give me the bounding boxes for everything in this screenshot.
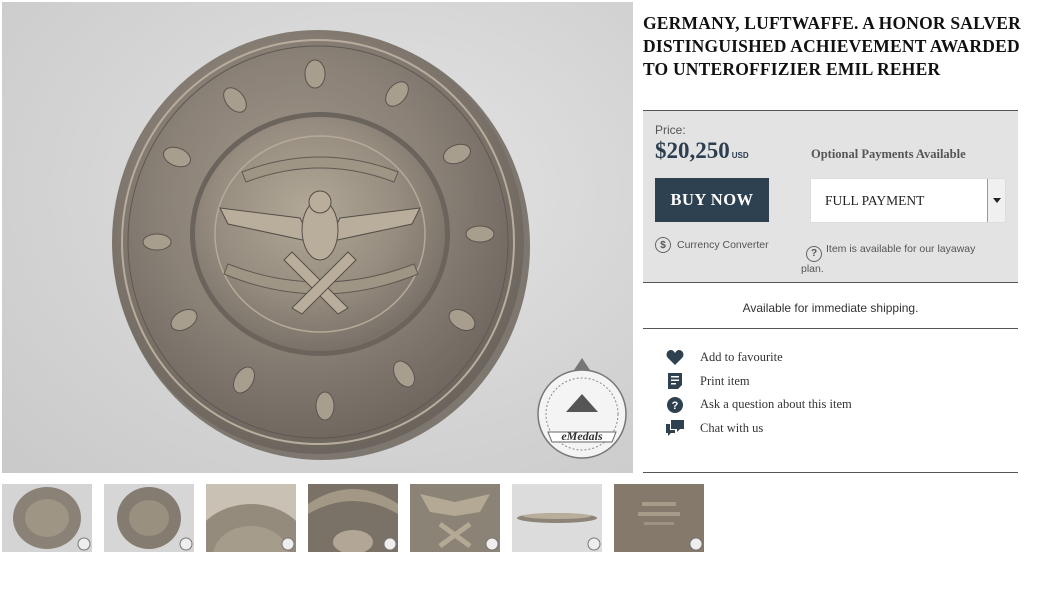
svg-text:?: ? [672,400,679,412]
buy-now-button[interactable]: BUY NOW [655,178,769,222]
ask-question-link[interactable]: ? Ask a question about this item [664,393,852,417]
product-title: GERMANY, LUFTWAFFE. A HONOR SALVER DISTI… [643,13,1021,79]
ask-question-label: Ask a question about this item [700,397,852,412]
optional-payments-label: Optional Payments Available [811,147,966,161]
item-actions: Add to favourite Print item ? Ask a ques… [664,346,852,440]
layaway-text: Item is available for our layaway plan. [801,243,976,275]
payment-option-value: FULL PAYMENT [825,193,925,208]
add-to-favourite-label: Add to favourite [700,350,783,365]
price-label: Price: [655,123,686,137]
thumbnail-4[interactable] [308,484,398,552]
chat-label: Chat with us [700,420,764,435]
divider [643,472,1018,473]
thumbnail-7[interactable] [614,484,704,552]
thumbnail-6[interactable] [512,484,602,552]
chat-icon [664,419,686,437]
add-to-favourite-link[interactable]: Add to favourite [664,346,852,370]
thumbnail-1[interactable] [2,484,92,552]
divider [643,328,1018,329]
dollar-icon: $ [655,237,671,253]
price-amount: $20,250 [655,138,730,163]
payment-option-select[interactable]: FULL PAYMENT [810,178,1006,223]
currency-converter-label: Currency Converter [677,239,769,251]
thumbnail-3[interactable] [206,484,296,552]
question-icon: ? [664,396,686,414]
divider [643,282,1018,283]
heart-icon [664,349,686,367]
layaway-note: ? Item is available for our layaway plan. [801,242,1001,277]
main-product-image[interactable]: eMedals [2,2,633,473]
shipping-status: Available for immediate shipping. [742,301,919,315]
chat-link[interactable]: Chat with us [664,417,852,441]
thumbnail-5[interactable] [410,484,500,552]
question-icon: ? [806,245,822,262]
currency-converter-link[interactable]: $ Currency Converter [655,237,769,253]
chevron-down-icon[interactable] [987,179,1005,222]
price-value: $20,250 USD [655,138,749,164]
svg-text:eMedals: eMedals [561,429,603,443]
thumbnail-strip [2,484,704,552]
emedals-watermark: eMedals [537,358,627,459]
document-icon [664,372,686,390]
price-currency: USD [731,151,749,160]
print-item-link[interactable]: Print item [664,370,852,394]
price-panel: Price: $20,250 USD Optional Payments Avai… [643,111,1018,282]
thumbnail-2[interactable] [104,484,194,552]
print-item-label: Print item [700,373,750,388]
